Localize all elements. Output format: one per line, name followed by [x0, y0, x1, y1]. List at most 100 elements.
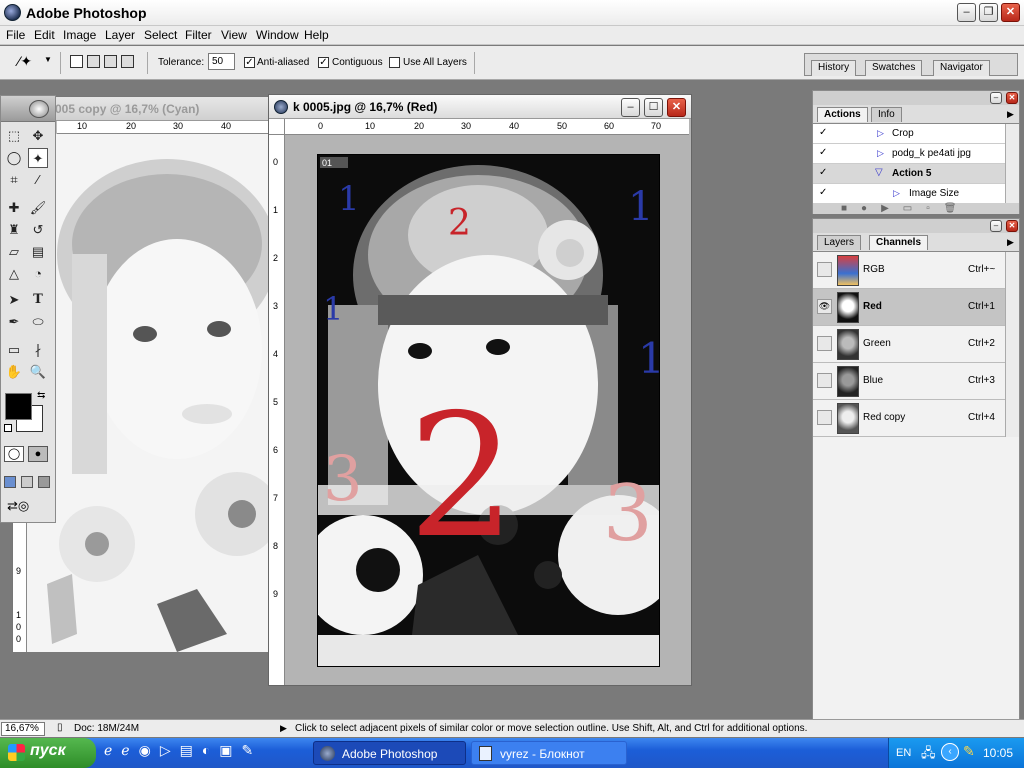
zoom-field[interactable]: 16,67% [1, 722, 45, 736]
expand-arrow-icon[interactable]: ▷ [877, 148, 884, 159]
start-button[interactable]: пуск [0, 738, 96, 768]
action-item[interactable]: ✓ ▽ Action 5 [813, 164, 1005, 184]
selection-intersect-icon[interactable] [121, 55, 134, 68]
pen-tool-icon[interactable]: ✒ [4, 312, 24, 332]
panel-minimize-button[interactable]: ‒ [990, 92, 1002, 104]
clock[interactable]: 10:05 [983, 746, 1013, 760]
jump-to-imageready-icon[interactable]: ⇄◎ [7, 498, 47, 516]
channel-row-red-copy[interactable]: Red copy Ctrl+4 [813, 400, 1005, 437]
gradient-tool-icon[interactable]: ▤ [28, 242, 48, 262]
visibility-toggle[interactable] [817, 262, 832, 277]
ie-icon[interactable]: ℯ [121, 742, 138, 758]
panel-menu-arrow-icon[interactable]: ▶ [1007, 237, 1014, 248]
panel-close-button[interactable]: ✕ [1006, 220, 1018, 232]
camera-icon[interactable]: ▣ [219, 742, 241, 758]
menu-file[interactable]: File [6, 28, 25, 42]
tab-history[interactable]: History [811, 60, 857, 76]
menu-filter[interactable]: Filter [185, 28, 212, 42]
channel-row-blue[interactable]: Blue Ctrl+3 [813, 363, 1005, 400]
panel-minimize-button[interactable]: ‒ [990, 220, 1002, 232]
tab-info[interactable]: Info [871, 107, 902, 122]
menu-view[interactable]: View [221, 28, 247, 42]
network-icon[interactable]: 🖧 [921, 744, 936, 766]
channel-row-red[interactable]: 👁 Red Ctrl+1 [813, 289, 1005, 326]
type-tool-icon[interactable]: T [28, 290, 48, 310]
swap-colors-icon[interactable]: ⇆ [37, 390, 45, 401]
anti-aliased-checkbox[interactable]: ✓ [244, 57, 255, 68]
status-menu-arrow-icon[interactable]: ▶ [280, 723, 287, 734]
menu-layer[interactable]: Layer [105, 28, 135, 42]
expand-arrow-icon[interactable]: ▷ [893, 188, 900, 199]
menu-select[interactable]: Select [144, 28, 177, 42]
screen-mode-full-menu-icon[interactable] [21, 476, 33, 488]
quick-mask-mode-icon[interactable]: ● [28, 446, 48, 462]
screen-mode-standard-icon[interactable] [4, 476, 16, 488]
tab-channels[interactable]: Channels [869, 235, 929, 250]
tray-app-icon[interactable]: ✎ [963, 743, 975, 760]
tolerance-input[interactable] [208, 53, 235, 70]
hand-tool-icon[interactable]: ✋ [4, 362, 24, 382]
tab-layers[interactable]: Layers [817, 235, 862, 250]
media-player-icon[interactable]: ◉ [139, 742, 160, 758]
menu-window[interactable]: Window [256, 28, 299, 42]
language-indicator[interactable]: EN [896, 747, 911, 759]
clone-stamp-tool-icon[interactable]: ♜ [4, 220, 24, 240]
foreground-color-swatch[interactable] [5, 393, 32, 420]
check-icon[interactable]: ✓ [819, 147, 827, 158]
panel-close-button[interactable]: ✕ [1006, 92, 1018, 104]
use-all-layers-checkbox[interactable] [389, 57, 400, 68]
default-colors-icon[interactable] [4, 424, 12, 432]
contiguous-checkbox[interactable]: ✓ [318, 57, 329, 68]
dodge-tool-icon[interactable]: ◔ [28, 264, 48, 284]
standard-mode-icon[interactable]: ◯ [4, 446, 24, 462]
selection-subtract-icon[interactable] [104, 55, 117, 68]
visibility-toggle[interactable] [817, 410, 832, 425]
channel-row-green[interactable]: Green Ctrl+2 [813, 326, 1005, 363]
check-icon[interactable]: ✓ [819, 127, 827, 138]
tool-preset-dropdown-icon[interactable]: ▼ [44, 55, 52, 64]
tray-expand-icon[interactable]: ‹ [941, 743, 959, 761]
image-canvas-red[interactable]: 1 2 1 1 1 2 3 3 01 [317, 154, 660, 667]
tab-navigator[interactable]: Navigator [933, 60, 990, 76]
visibility-toggle[interactable] [817, 373, 832, 388]
pencil-icon[interactable]: ✎ [242, 742, 263, 758]
close-button[interactable]: ✕ [1001, 3, 1020, 22]
shape-tool-icon[interactable]: ⬭ [28, 312, 48, 332]
lasso-tool-icon[interactable]: ◯ [4, 148, 24, 168]
visibility-toggle[interactable] [817, 336, 832, 351]
marquee-tool-icon[interactable]: ⬚ [4, 126, 24, 146]
eraser-tool-icon[interactable]: ▱ [4, 242, 24, 262]
zoom-tool-icon[interactable]: 🔍 [28, 362, 48, 382]
doc-size[interactable]: Doc: 18M/24M [74, 723, 139, 734]
doc-maximize-button[interactable]: ☐ [644, 98, 663, 117]
menu-edit[interactable]: Edit [34, 28, 55, 42]
menu-image[interactable]: Image [63, 28, 96, 42]
action-item[interactable]: ✓ ▷ Crop [813, 124, 1005, 144]
crop-tool-icon[interactable]: ⌗ [4, 170, 24, 190]
task-notepad[interactable]: vyrez - Блокнот [471, 741, 627, 765]
action-item[interactable]: ✓ ▷ podg_k pe4ati jpg [813, 144, 1005, 164]
selection-add-icon[interactable] [87, 55, 100, 68]
path-selection-tool-icon[interactable]: ➤ [4, 290, 24, 310]
healing-brush-tool-icon[interactable]: ✚ [4, 198, 24, 218]
history-brush-tool-icon[interactable]: ↺ [28, 220, 48, 240]
channel-row-rgb[interactable]: RGB Ctrl+~ [813, 252, 1005, 289]
brush-tool-icon[interactable]: 🖌 [28, 198, 48, 218]
eye-icon[interactable]: 👁 [817, 299, 832, 314]
doc-close-button[interactable]: ✕ [667, 98, 686, 117]
image-canvas-cyan[interactable] [27, 134, 275, 652]
minimize-button[interactable]: ‒ [957, 3, 976, 22]
check-icon[interactable]: ✓ [819, 187, 827, 198]
restore-button[interactable]: ❐ [979, 3, 998, 22]
actions-scrollbar[interactable] [1005, 124, 1019, 204]
explorer-icon[interactable]: ℯ [104, 742, 121, 758]
play-icon[interactable]: ▷ [160, 742, 180, 758]
magic-wand-icon[interactable]: ⁄✦ [18, 53, 38, 71]
notes-tool-icon[interactable]: ▭ [4, 340, 24, 360]
collapse-arrow-icon[interactable]: ▽ [875, 167, 883, 178]
photoshop-quicklaunch-icon[interactable]: ◐ [202, 742, 219, 758]
action-item[interactable]: ✓ ▷ Image Size [813, 184, 1005, 204]
slice-tool-icon[interactable]: ∕ [28, 170, 48, 190]
screen-mode-full-icon[interactable] [38, 476, 50, 488]
tab-swatches[interactable]: Swatches [865, 60, 923, 76]
